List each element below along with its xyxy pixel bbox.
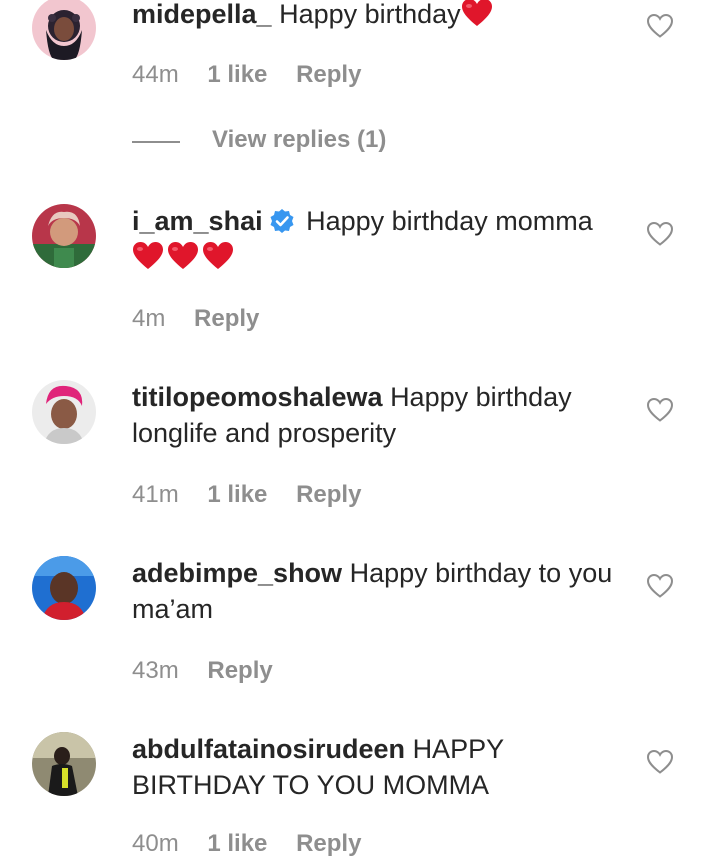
comment-text: Happy birthday [279,0,461,29]
comment-time: 41m [132,481,179,508]
red-heart-emoji-icon [461,0,493,28]
comment-text: Happy birthday momma [306,206,593,236]
avatar[interactable] [32,732,96,796]
comment-time: 40m [132,830,179,857]
comment-meta: 44m 1 like Reply [132,61,383,89]
comment-time: 43m [132,657,179,684]
comment-meta: 41m 1 like Reply [132,481,383,509]
comment-meta: 40m 1 like Reply [132,830,383,858]
comment-likes[interactable]: 1 like [207,61,267,88]
comment-username[interactable]: titilopeomoshalewa [132,382,383,412]
reply-button[interactable]: Reply [296,481,361,508]
comment-likes[interactable]: 1 like [207,481,267,508]
heart-outline-icon[interactable] [646,573,674,599]
red-heart-emoji-icon [132,241,164,271]
heart-outline-icon[interactable] [646,397,674,423]
heart-outline-icon[interactable] [646,221,674,247]
avatar[interactable] [32,204,96,268]
reply-button[interactable]: Reply [296,61,361,88]
comment-time: 44m [132,61,179,88]
comment-username[interactable]: i_am_shai [132,206,263,236]
avatar[interactable] [32,380,96,444]
comment-username[interactable]: adebimpe_show [132,558,342,588]
comment-meta: 4m Reply [132,305,281,333]
comment-meta: 43m Reply [132,657,295,685]
verified-badge-icon [269,207,295,233]
view-replies-label[interactable]: View replies (1) [212,126,386,154]
avatar[interactable] [32,0,96,60]
comment-time: 4m [132,305,166,332]
comment-username[interactable]: midepella_ [132,0,272,29]
heart-outline-icon[interactable] [646,13,674,39]
reply-button[interactable]: Reply [194,305,259,332]
avatar[interactable] [32,556,96,620]
divider-line [132,141,180,143]
red-heart-emoji-icon [167,241,199,271]
reply-button[interactable]: Reply [296,830,361,857]
heart-outline-icon[interactable] [646,749,674,775]
comment-username[interactable]: abdulfatainosirudeen [132,734,405,764]
comment-likes[interactable]: 1 like [207,830,267,857]
red-heart-emoji-icon [202,241,234,271]
reply-button[interactable]: Reply [207,657,272,684]
